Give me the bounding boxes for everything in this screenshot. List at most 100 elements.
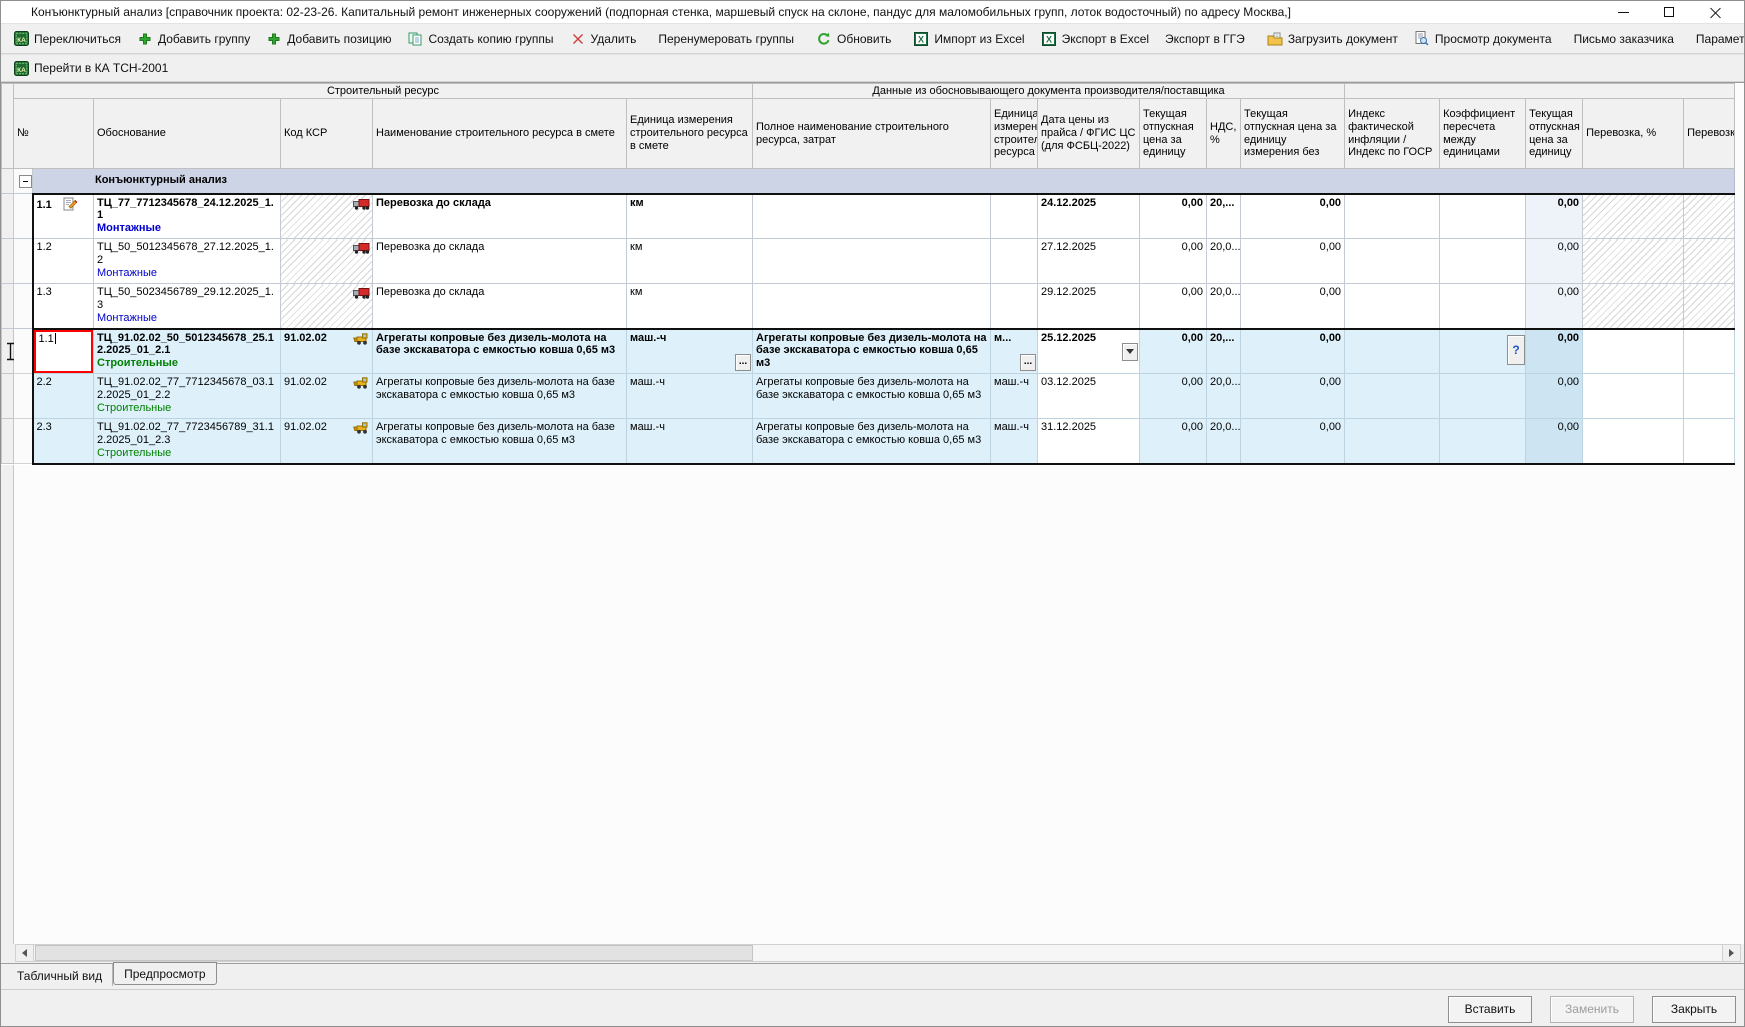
- cell-unit[interactable]: км: [626, 238, 753, 284]
- cell-ksr-code[interactable]: [280, 192, 373, 239]
- cell-unit-price[interactable]: 0,00: [1525, 327, 1584, 374]
- cell-current-price[interactable]: 0,00: [1139, 283, 1207, 330]
- cell-price-date[interactable]: 25.12.2025: [1037, 327, 1140, 374]
- cell-inflation-index[interactable]: [1344, 373, 1441, 419]
- cell-price-date[interactable]: 27.12.2025: [1037, 238, 1140, 284]
- cell-resource-name[interactable]: Перевозка до склада: [372, 238, 627, 284]
- scroll-left-button[interactable]: [16, 945, 34, 961]
- cell-resource-name[interactable]: Агрегаты копровые без дизель-молота на б…: [372, 327, 627, 374]
- cell-inflation-index[interactable]: [1344, 283, 1441, 330]
- tab-table-view[interactable]: Табличный вид: [7, 964, 114, 986]
- row-selector[interactable]: [1, 418, 14, 464]
- row-selector[interactable]: [1, 193, 14, 239]
- table-row[interactable]: 1.1 ТЦ_77_7712345678_24.12.2025_1.1 Монтаж…: [1, 192, 1736, 239]
- cell-full-name[interactable]: [752, 238, 991, 284]
- cell-price-date[interactable]: 31.12.2025: [1037, 418, 1140, 465]
- cell-basis[interactable]: ТЦ_91.02.02_77_7712345678_03.12.2025_01_…: [93, 373, 281, 419]
- row-selector[interactable]: [1, 283, 14, 329]
- row-number-editor[interactable]: 1.1: [34, 330, 93, 373]
- table-row[interactable]: 2.3 ТЦ_91.02.02_77_7723456789_31.12.2025_…: [1, 418, 1736, 465]
- toolbar-button-2[interactable]: Добавить позицию: [258, 27, 399, 51]
- cell-number[interactable]: 2.3: [31, 418, 94, 465]
- cell-vat[interactable]: 20,...: [1206, 192, 1241, 239]
- cell-ksr-code[interactable]: [280, 238, 373, 284]
- group-row[interactable]: Конъюнктурный анализ: [1, 168, 1736, 194]
- row-selector[interactable]: [1, 238, 14, 284]
- cell-basis[interactable]: ТЦ_91.02.02_50_5012345678_25.12.2025_01_…: [93, 327, 281, 374]
- cell-price-date[interactable]: 03.12.2025: [1037, 373, 1140, 419]
- cell-unit-price[interactable]: 0,00: [1525, 192, 1584, 239]
- cell-unit-price[interactable]: 0,00: [1525, 373, 1584, 419]
- table-row[interactable]: 1.3 ТЦ_50_5023456789_29.12.2025_1.3 Монтаж…: [1, 283, 1736, 330]
- horizontal-scrollbar[interactable]: [15, 944, 1741, 962]
- cell-current-price[interactable]: 0,00: [1139, 192, 1207, 239]
- cell-ksr-code[interactable]: 91.02.02: [280, 327, 373, 374]
- toolbar-button-4[interactable]: Удалить: [562, 27, 645, 51]
- cell-number[interactable]: 1.2: [31, 238, 94, 284]
- cell-resource-name[interactable]: Агрегаты копровые без дизель-молота на б…: [372, 373, 627, 419]
- cell-resource-name[interactable]: Перевозка до склада: [372, 283, 627, 330]
- toolbar-button-14[interactable]: Загрузить документ: [1259, 27, 1406, 51]
- cell-current-price[interactable]: 0,00: [1139, 418, 1207, 465]
- cell-current-price[interactable]: 0,00: [1139, 373, 1207, 419]
- cell-ksr-code[interactable]: 91.02.02: [280, 373, 373, 419]
- cell-unit[interactable]: маш.-ч...: [626, 327, 753, 374]
- toolbar-button-3[interactable]: Создать копию группы: [399, 27, 561, 51]
- toolbar-button-10[interactable]: X Импорт из Excel: [905, 27, 1032, 51]
- cell-number[interactable]: 1.1: [31, 327, 94, 374]
- cell-conversion-coef[interactable]: [1439, 238, 1527, 284]
- scroll-right-button[interactable]: [1722, 945, 1740, 961]
- tab-preview[interactable]: Предпросмотр: [113, 962, 217, 985]
- cell-unit[interactable]: км: [626, 192, 753, 239]
- cell-price-no-vat[interactable]: 0,00: [1239, 238, 1346, 284]
- toolbar-button-0[interactable]: КА Переключиться: [5, 27, 129, 51]
- cell-inflation-index[interactable]: [1344, 238, 1441, 284]
- toolbar-button-15[interactable]: Просмотр документа: [1406, 27, 1560, 51]
- maximize-button[interactable]: [1654, 2, 1684, 22]
- toolbar2-button-0[interactable]: КА Перейти в КА ТСН-2001: [5, 56, 176, 80]
- cell-basis[interactable]: ТЦ_50_5012345678_27.12.2025_1.2 Монтажные: [93, 238, 281, 284]
- coef-help-button[interactable]: ?: [1507, 334, 1525, 365]
- cell-price-no-vat[interactable]: 0,00: [1239, 373, 1346, 419]
- cell-basis[interactable]: ТЦ_91.02.02_77_7723456789_31.12.2025_01_…: [93, 418, 281, 465]
- cell-unit[interactable]: км: [626, 283, 753, 330]
- cell-current-price[interactable]: 0,00: [1139, 327, 1207, 374]
- cell-full-unit[interactable]: [990, 192, 1038, 239]
- cell-price-no-vat[interactable]: 0,00: [1239, 418, 1346, 465]
- cell-vat[interactable]: 20,0...: [1206, 238, 1241, 284]
- toolbar-button-8[interactable]: Обновить: [808, 27, 899, 51]
- cell-resource-name[interactable]: Агрегаты копровые без дизель-молота на б…: [372, 418, 627, 465]
- cell-full-name[interactable]: [752, 192, 991, 239]
- close-button[interactable]: [1700, 2, 1730, 22]
- cell-full-unit[interactable]: маш.-ч: [990, 373, 1038, 419]
- cell-number[interactable]: 1.3: [31, 283, 94, 330]
- cell-number[interactable]: 1.1: [31, 192, 94, 239]
- cell-unit-price[interactable]: 0,00: [1525, 418, 1584, 465]
- cell-resource-name[interactable]: Перевозка до склада: [372, 192, 627, 239]
- cell-conversion-coef[interactable]: [1439, 418, 1527, 465]
- cell-inflation-index[interactable]: [1344, 327, 1441, 374]
- cell-full-unit[interactable]: [990, 283, 1038, 330]
- table-row[interactable]: 1.1 ТЦ_91.02.02_50_5012345678_25.12.2025_…: [1, 327, 1736, 374]
- toolbar-button-1[interactable]: Добавить группу: [129, 27, 258, 51]
- toolbar-button-12[interactable]: Экспорт в ГГЭ: [1157, 27, 1253, 51]
- cell-inflation-index[interactable]: [1344, 418, 1441, 465]
- date-dropdown-button[interactable]: [1122, 342, 1138, 361]
- toolbar-button-11[interactable]: X Экспорт в Excel: [1033, 27, 1157, 51]
- cell-conversion-coef[interactable]: [1439, 283, 1527, 330]
- cell-price-no-vat[interactable]: 0,00: [1239, 327, 1346, 374]
- scrollbar-thumb[interactable]: [35, 945, 753, 961]
- toolbar-button-17[interactable]: Письмо заказчика: [1566, 27, 1682, 51]
- cell-basis[interactable]: ТЦ_50_5023456789_29.12.2025_1.3 Монтажные: [93, 283, 281, 330]
- cell-full-name[interactable]: [752, 283, 991, 330]
- cell-price-no-vat[interactable]: 0,00: [1239, 283, 1346, 330]
- cell-vat[interactable]: 20,0...: [1206, 283, 1241, 330]
- cell-number[interactable]: 2.2: [31, 373, 94, 419]
- cell-unit[interactable]: маш.-ч: [626, 373, 753, 419]
- cell-full-name[interactable]: Агрегаты копровые без дизель-молота на б…: [752, 327, 991, 374]
- cell-ksr-code[interactable]: [280, 283, 373, 330]
- cell-conversion-coef[interactable]: [1439, 373, 1527, 419]
- minimize-button[interactable]: [1608, 2, 1638, 22]
- ellipsis-button[interactable]: ...: [735, 354, 751, 371]
- footer-button-0[interactable]: Вставить: [1448, 995, 1532, 1023]
